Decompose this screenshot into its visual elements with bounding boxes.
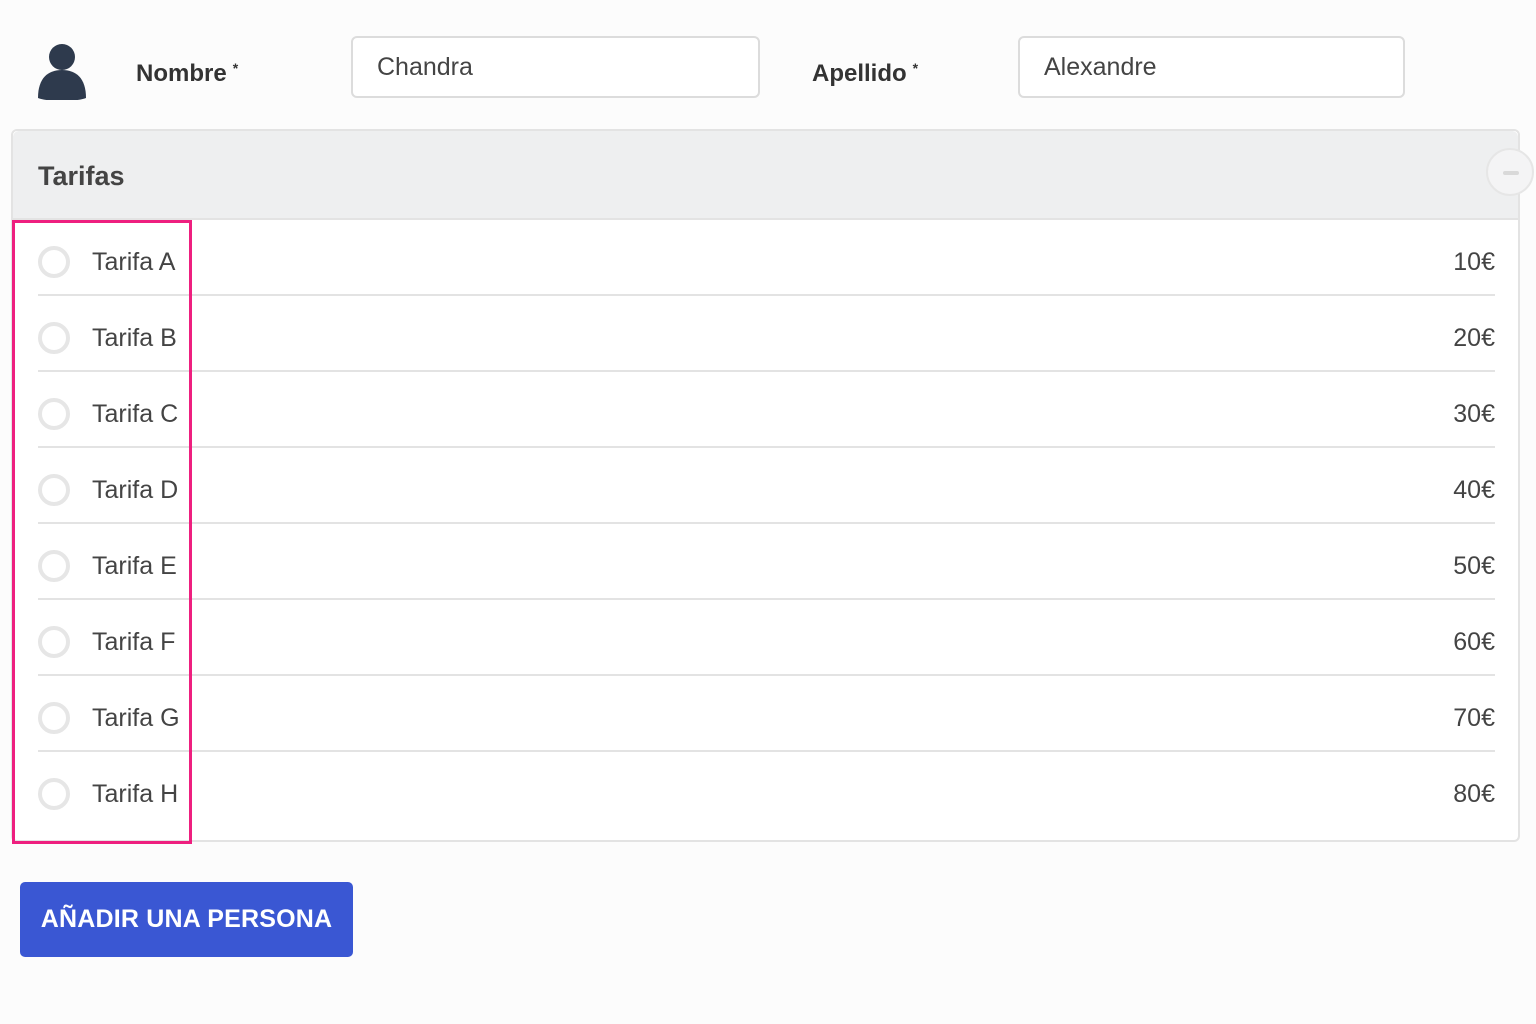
required-mark: *	[912, 60, 919, 76]
rate-price: 80€	[1453, 780, 1495, 808]
rate-option-d[interactable]: Tarifa D 40€	[38, 448, 1495, 524]
radio-button[interactable]	[38, 778, 70, 810]
rate-list: Tarifa A 10€ Tarifa B 20€ Tarifa C 30€ T…	[13, 220, 1518, 828]
rate-price: 70€	[1453, 704, 1495, 732]
collapse-button[interactable]	[1486, 148, 1534, 196]
rates-panel-header: Tarifas	[13, 131, 1534, 220]
minus-icon	[1503, 171, 1519, 175]
radio-button[interactable]	[38, 246, 70, 278]
rate-option-h[interactable]: Tarifa H 80€	[38, 752, 1495, 828]
rates-panel-title: Tarifas	[38, 161, 125, 191]
rate-option-f[interactable]: Tarifa F 60€	[38, 600, 1495, 676]
rate-label: Tarifa H	[92, 780, 179, 808]
last-name-label-text: Apellido	[812, 60, 907, 87]
rate-label: Tarifa B	[92, 324, 177, 352]
rates-panel: Tarifas Tarifa A 10€ Tarifa B 20€ Tarifa…	[11, 129, 1534, 842]
first-name-input[interactable]	[351, 36, 760, 98]
radio-button[interactable]	[38, 702, 70, 734]
required-mark: *	[232, 60, 239, 76]
rate-label: Tarifa C	[92, 400, 179, 428]
rate-option-e[interactable]: Tarifa E 50€	[38, 524, 1495, 600]
first-name-label: Nombre *	[136, 60, 238, 88]
rate-option-c[interactable]: Tarifa C 30€	[38, 372, 1495, 448]
rate-price: 20€	[1453, 324, 1495, 352]
radio-button[interactable]	[38, 550, 70, 582]
rate-price: 60€	[1453, 628, 1495, 656]
user-avatar-icon	[38, 44, 86, 100]
rate-label: Tarifa E	[92, 552, 177, 580]
rate-label: Tarifa F	[92, 628, 176, 656]
rate-price: 30€	[1453, 400, 1495, 428]
radio-button[interactable]	[38, 474, 70, 506]
first-name-label-text: Nombre	[136, 60, 227, 87]
last-name-input[interactable]	[1018, 36, 1405, 98]
rate-price: 50€	[1453, 552, 1495, 580]
add-person-button[interactable]: AÑADIR UNA PERSONA	[20, 882, 353, 957]
radio-button[interactable]	[38, 398, 70, 430]
rate-option-a[interactable]: Tarifa A 10€	[38, 220, 1495, 296]
rate-label: Tarifa D	[92, 476, 179, 504]
rate-option-b[interactable]: Tarifa B 20€	[38, 296, 1495, 372]
rate-label: Tarifa G	[92, 704, 180, 732]
booking-form: Nombre * Apellido * Tarifas Tarifa A 10€ T…	[0, 0, 1536, 1024]
rate-price: 40€	[1453, 476, 1495, 504]
rate-option-g[interactable]: Tarifa G 70€	[38, 676, 1495, 752]
rate-price: 10€	[1453, 248, 1495, 276]
radio-button[interactable]	[38, 626, 70, 658]
last-name-label: Apellido *	[812, 60, 918, 88]
rate-label: Tarifa A	[92, 248, 176, 276]
radio-button[interactable]	[38, 322, 70, 354]
